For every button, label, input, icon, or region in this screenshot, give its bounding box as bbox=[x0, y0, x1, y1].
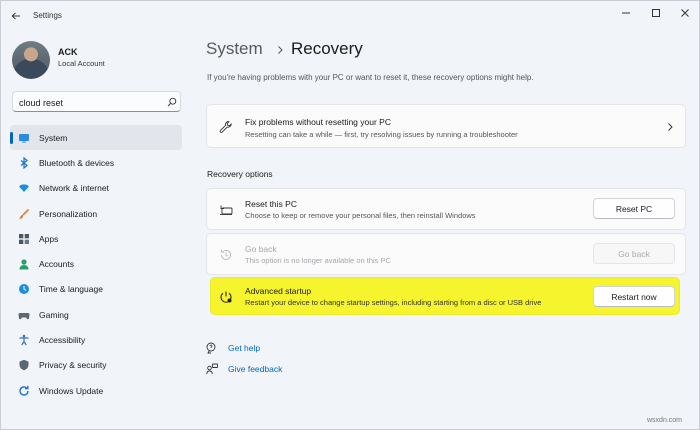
card-description: This option is no longer available on th… bbox=[245, 256, 391, 265]
sidebar-item-privacy-security[interactable]: Privacy & security bbox=[10, 353, 182, 378]
sidebar-item-accessibility[interactable]: Accessibility bbox=[10, 327, 182, 352]
get-help-link[interactable]: Get help bbox=[206, 341, 260, 355]
apps-icon bbox=[18, 233, 30, 245]
reset-pc-button[interactable]: Reset PC bbox=[593, 198, 675, 219]
card-description: Choose to keep or remove your personal f… bbox=[245, 211, 476, 220]
person-icon bbox=[18, 258, 30, 270]
sidebar-item-apps[interactable]: Apps bbox=[10, 226, 182, 251]
accessibility-icon bbox=[18, 334, 30, 346]
restart-now-button[interactable]: Restart now bbox=[593, 286, 675, 307]
account-type: Local Account bbox=[58, 59, 105, 68]
sidebar-item-label: Time & language bbox=[39, 284, 103, 295]
card-title: Reset this PC bbox=[245, 199, 297, 209]
sidebar-item-label: Personalization bbox=[39, 208, 98, 219]
bluetooth-icon bbox=[18, 156, 30, 169]
page-title: Recovery bbox=[291, 39, 363, 58]
sidebar-item-label: Network & internet bbox=[39, 183, 109, 194]
fix-problems-card[interactable]: Fix problems without resetting your PC R… bbox=[206, 104, 686, 148]
sidebar-item-time-language[interactable]: Time & language bbox=[10, 277, 182, 302]
sidebar-item-label: System bbox=[39, 132, 68, 143]
sidebar-nav: System Bluetooth & devices Network & int… bbox=[10, 125, 182, 403]
close-icon[interactable] bbox=[674, 5, 696, 21]
brush-icon bbox=[18, 208, 30, 220]
get-help-label[interactable]: Get help bbox=[228, 343, 260, 353]
search-input[interactable] bbox=[19, 96, 159, 109]
sidebar-item-label: Windows Update bbox=[39, 385, 104, 396]
give-feedback-link[interactable]: Give feedback bbox=[206, 362, 282, 376]
search-icon[interactable] bbox=[167, 97, 177, 107]
wifi-icon bbox=[18, 182, 30, 194]
wrench-icon bbox=[219, 120, 233, 134]
user-name: ACK bbox=[58, 47, 78, 57]
sidebar-item-bluetooth[interactable]: Bluetooth & devices bbox=[10, 150, 182, 175]
advanced-startup-icon bbox=[219, 290, 233, 304]
card-title: Advanced startup bbox=[245, 286, 312, 296]
card-description: Resetting can take a while — first, try … bbox=[245, 130, 518, 139]
advanced-startup-card: Advanced startup Restart your device to … bbox=[210, 277, 680, 315]
minimize-icon[interactable] bbox=[615, 5, 637, 21]
feedback-icon bbox=[206, 363, 218, 375]
active-indicator bbox=[10, 132, 13, 144]
maximize-icon[interactable] bbox=[645, 5, 667, 21]
sidebar-item-windows-update[interactable]: Windows Update bbox=[10, 378, 182, 403]
sidebar-item-network[interactable]: Network & internet bbox=[10, 176, 182, 201]
reset-pc-icon bbox=[219, 203, 233, 217]
sidebar-item-personalization[interactable]: Personalization bbox=[10, 201, 182, 226]
sidebar-item-system[interactable]: System bbox=[10, 125, 182, 151]
settings-window: Settings ACK Local Account System bbox=[0, 0, 700, 430]
card-title: Go back bbox=[245, 244, 277, 254]
globe-clock-icon bbox=[18, 283, 30, 295]
sidebar-item-label: Privacy & security bbox=[39, 360, 107, 371]
sidebar-item-gaming[interactable]: Gaming bbox=[10, 302, 182, 327]
chevron-right-icon[interactable] bbox=[663, 120, 677, 134]
card-description: Restart your device to change startup se… bbox=[245, 298, 542, 307]
back-arrow-icon[interactable] bbox=[9, 9, 23, 23]
sidebar-item-label: Gaming bbox=[39, 309, 69, 320]
watermark: wsxdn.com bbox=[647, 417, 683, 424]
intro-text: If you're having problems with your PC o… bbox=[207, 73, 534, 82]
card-title: Fix problems without resetting your PC bbox=[245, 117, 391, 127]
chevron-right-icon bbox=[275, 45, 285, 55]
sidebar-item-accounts[interactable]: Accounts bbox=[10, 251, 182, 276]
sidebar-item-label: Apps bbox=[39, 233, 59, 244]
history-icon bbox=[219, 248, 233, 262]
shield-icon bbox=[18, 359, 30, 371]
search-box[interactable] bbox=[12, 91, 181, 112]
help-icon bbox=[206, 342, 218, 354]
refresh-icon bbox=[18, 385, 30, 397]
system-icon bbox=[18, 132, 30, 144]
go-back-card: Go back This option is no longer availab… bbox=[206, 233, 686, 275]
title-bar: Settings bbox=[1, 1, 699, 31]
give-feedback-label[interactable]: Give feedback bbox=[228, 364, 282, 374]
app-title: Settings bbox=[33, 11, 62, 20]
reset-pc-card: Reset this PC Choose to keep or remove y… bbox=[206, 188, 686, 230]
go-back-button: Go back bbox=[593, 243, 675, 264]
sidebar-item-label: Accessibility bbox=[39, 335, 86, 346]
section-title: Recovery options bbox=[207, 169, 273, 179]
breadcrumb-parent[interactable]: System bbox=[206, 39, 263, 59]
sidebar-item-label: Accounts bbox=[39, 259, 74, 270]
sidebar-item-label: Bluetooth & devices bbox=[39, 157, 115, 168]
avatar[interactable] bbox=[12, 41, 50, 79]
gamepad-icon bbox=[18, 309, 30, 321]
